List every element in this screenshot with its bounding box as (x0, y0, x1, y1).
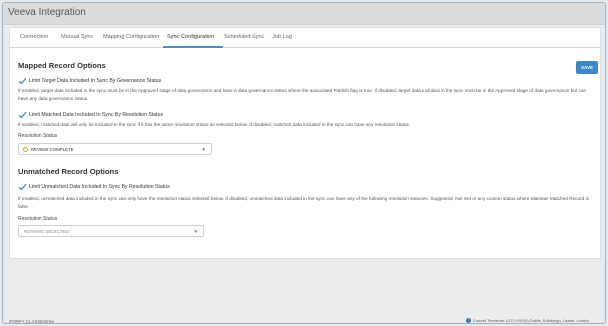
tab-sync-configuration[interactable]: Sync Configuration (167, 34, 214, 40)
unmatched-resolution-description: If enabled, unmatched data included in t… (18, 196, 589, 209)
mapped-resolution-description: If enabled, matched data will only be in… (18, 122, 411, 127)
app-window: Veeva Integration Connection Manual Sync… (2, 2, 606, 324)
tab-scheduled-sync[interactable]: Scheduled Sync (224, 34, 264, 40)
unmatched-resolution-checkbox-label: Limit Unmatched Data Included In Sync By… (29, 184, 170, 190)
tab-mapping-configuration[interactable]: Mapping Configuration (103, 34, 159, 40)
active-tab-indicator (163, 46, 223, 48)
tab-connection[interactable]: Connection (20, 34, 48, 40)
mapped-resolution-checkbox-label: Limit Matched Data Included In Sync By R… (29, 112, 164, 118)
timezone-value: Current Timezone: (UTC+00:00) Dublin, Ed… (473, 318, 590, 323)
version-text: IPORFY 21.4 Enterprise (9, 319, 55, 324)
mapped-record-options-title: Mapped Record Options (18, 61, 106, 70)
timezone-text: i Current Timezone: (UTC+00:00) Dublin, E… (466, 318, 589, 323)
tab-bar: Connection Manual Sync Mapping Configura… (10, 28, 600, 48)
mapped-resolution-status-select[interactable]: REVIEW COMPLETE ▼ (18, 143, 212, 155)
chevron-down-icon: ▼ (201, 147, 206, 152)
save-button[interactable]: SAVE (576, 61, 598, 74)
unmatched-resolution-status-label: Resolution Status (18, 216, 58, 222)
app-title: Veeva Integration (8, 7, 86, 18)
chevron-down-icon: ▼ (193, 229, 198, 234)
info-icon: i (466, 318, 471, 323)
governance-checkbox-label: Limit Target Data Included In Sync By Go… (29, 78, 162, 84)
check-icon[interactable] (18, 111, 27, 119)
unmatched-record-options-title: Unmatched Record Options (18, 167, 119, 176)
mapped-resolution-status-label: Resolution Status (18, 133, 58, 139)
title-bar: Veeva Integration (3, 3, 605, 25)
unmatched-resolution-status-placeholder: NOTHING SELECTED (24, 229, 69, 234)
governance-description: If enabled, target data included in the … (18, 88, 587, 101)
mapped-resolution-status-value: REVIEW COMPLETE (31, 147, 74, 152)
unmatched-resolution-status-select[interactable]: NOTHING SELECTED ▼ (18, 225, 204, 237)
check-icon[interactable] (18, 77, 27, 85)
tab-job-log[interactable]: Job Log (272, 34, 292, 40)
sync-configuration-panel: Connection Manual Sync Mapping Configura… (9, 27, 601, 259)
tab-manual-sync[interactable]: Manual Sync (61, 34, 93, 40)
status-ring-icon (23, 147, 28, 152)
check-icon[interactable] (18, 183, 27, 191)
